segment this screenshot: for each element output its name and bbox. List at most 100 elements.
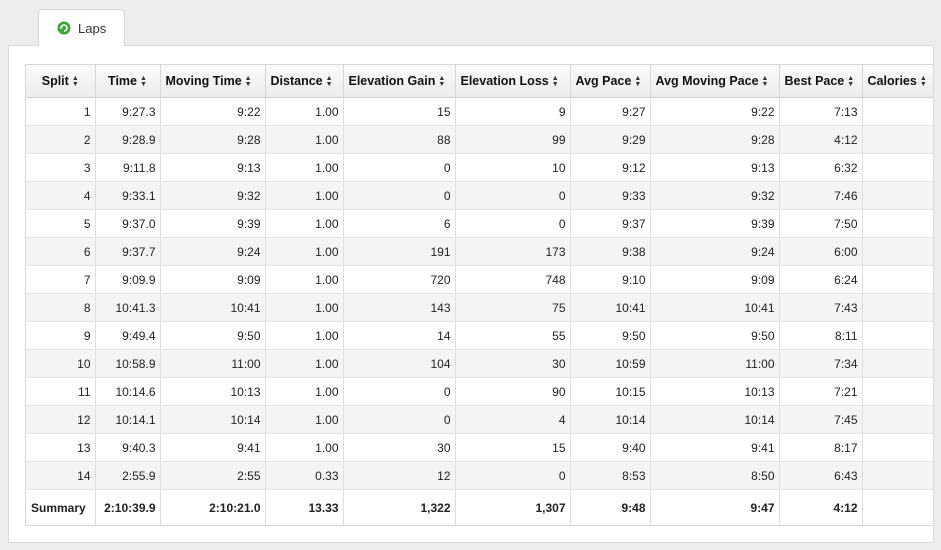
sort-icon[interactable]: ▲ ▼ (762, 75, 769, 88)
table-cell: 9:39 (160, 209, 266, 238)
table-cell: 7:13 (779, 97, 863, 126)
summary-cell: 4:12 (779, 489, 863, 525)
table-cell: 9:50 (570, 321, 651, 350)
table-cell: 2:55 (160, 461, 266, 490)
table-row: 69:37.79:241.001911739:389:246:008 (26, 237, 933, 266)
table-cell: 12 (26, 405, 96, 434)
column-header-best-pace[interactable]: Best Pace ▲ ▼ (779, 65, 863, 98)
table-cell: 9 (862, 125, 933, 154)
table-cell: 9:37.0 (95, 209, 161, 238)
sort-icon[interactable]: ▲ ▼ (72, 75, 79, 88)
table-cell: 2 (26, 125, 96, 154)
table-cell: 10:13 (650, 377, 780, 406)
table-cell: 8 (862, 321, 933, 350)
sort-icon[interactable]: ▲ ▼ (326, 75, 333, 88)
table-cell: 1 (26, 97, 96, 126)
table-cell: 10:14 (160, 405, 266, 434)
table-row: 79:09.99:091.007207489:109:096:249 (26, 265, 933, 294)
summary-cell: 9:47 (650, 489, 780, 525)
sort-icon[interactable]: ▲ ▼ (552, 75, 559, 88)
column-header-elevation-loss[interactable]: Elevation Loss ▲ ▼ (455, 65, 571, 98)
table-cell: 75 (455, 293, 571, 322)
table-cell: 10:59 (570, 349, 651, 378)
sort-icon[interactable]: ▲ ▼ (847, 75, 854, 88)
summary-label: Summary (26, 489, 96, 525)
summary-cell: 2:10:39.9 (95, 489, 161, 525)
table-cell: 9:41 (650, 433, 780, 462)
column-header-moving-time[interactable]: Moving Time ▲ ▼ (160, 65, 266, 98)
table-cell: 99 (455, 125, 571, 154)
sort-icon[interactable]: ▲ ▼ (438, 75, 445, 88)
table-cell: 1.00 (265, 237, 344, 266)
table-cell: 7:50 (779, 209, 863, 238)
table-cell: 9:38 (570, 237, 651, 266)
sort-icon[interactable]: ▲ ▼ (634, 75, 641, 88)
table-row: 810:41.310:411.001437510:4110:417:438 (26, 293, 933, 322)
table-cell: 14 (26, 461, 96, 490)
table-cell: 9 (455, 97, 571, 126)
column-header-avg-moving-pace[interactable]: Avg Moving Pace ▲ ▼ (650, 65, 780, 98)
summary-cell: 2:10:21.0 (160, 489, 266, 525)
column-header-label: Avg Moving Pace (655, 74, 759, 88)
summary-cell: 1,17 (862, 489, 933, 525)
table-cell: 10:14.6 (95, 377, 161, 406)
table-cell: 10:15 (570, 377, 651, 406)
table-cell: 9:50 (650, 321, 780, 350)
summary-cell: 9:48 (570, 489, 651, 525)
table-cell: 90 (455, 377, 571, 406)
table-cell: 11:00 (650, 349, 780, 378)
table-cell: 10:14 (650, 405, 780, 434)
table-cell: 0 (455, 181, 571, 210)
column-header-label: Calories (867, 74, 917, 88)
tab-laps[interactable]: Laps (38, 9, 125, 46)
column-header-calories[interactable]: Calories ▲ ▼ (862, 65, 933, 98)
table-cell: 6:24 (779, 265, 863, 294)
table-row: 1110:14.610:131.0009010:1510:137:218 (26, 377, 933, 406)
table-cell: 9:28 (160, 125, 266, 154)
table-cell: 748 (455, 265, 571, 294)
sort-icon[interactable]: ▲ ▼ (245, 75, 252, 88)
table-cell: 8:53 (570, 461, 651, 490)
table-cell: 1.00 (265, 265, 344, 294)
sort-icon[interactable]: ▲ ▼ (920, 75, 927, 88)
table-row: 99:49.49:501.0014559:509:508:118 (26, 321, 933, 350)
table-cell: 11 (26, 377, 96, 406)
column-header-distance[interactable]: Distance ▲ ▼ (265, 65, 344, 98)
table-cell: 1.00 (265, 125, 344, 154)
column-header-label: Avg Pace (575, 74, 632, 88)
column-header-split[interactable]: Split ▲ ▼ (26, 65, 96, 98)
table-cell: 9:22 (160, 97, 266, 126)
sort-icon[interactable]: ▲ ▼ (140, 75, 147, 88)
table-cell: 8 (862, 293, 933, 322)
table-cell: 4 (455, 405, 571, 434)
table-cell: 0 (343, 405, 456, 434)
column-header-label: Split (41, 74, 69, 88)
table-cell: 9:24 (650, 237, 780, 266)
table-cell: 7:21 (779, 377, 863, 406)
table-cell: 9:22 (650, 97, 780, 126)
table-cell: 8 (26, 293, 96, 322)
table-cell: 7:34 (779, 349, 863, 378)
table-cell: 9:11.8 (95, 153, 161, 182)
table-cell: 55 (455, 321, 571, 350)
table-cell: 9:10 (570, 265, 651, 294)
column-header-avg-pace[interactable]: Avg Pace ▲ ▼ (570, 65, 651, 98)
table-cell: 10:41.3 (95, 293, 161, 322)
column-header-label: Best Pace (784, 74, 845, 88)
table-cell: 8 (862, 97, 933, 126)
table-cell: 7:46 (779, 181, 863, 210)
summary-cell: 13.33 (265, 489, 344, 525)
table-cell: 0 (455, 209, 571, 238)
table-cell: 88 (343, 125, 456, 154)
column-header-elevation-gain[interactable]: Elevation Gain ▲ ▼ (343, 65, 456, 98)
table-cell: 9:49.4 (95, 321, 161, 350)
table-cell: 1.00 (265, 181, 344, 210)
column-header-label: Distance (270, 74, 323, 88)
laps-panel: Split ▲ ▼ Time ▲ ▼ Moving Time ▲ ▼ Distance ▲ ▼ Elev… (8, 45, 934, 543)
table-row: 59:37.09:391.00609:379:397:508 (26, 209, 933, 238)
column-header-time[interactable]: Time ▲ ▼ (95, 65, 161, 98)
table-cell: 1.00 (265, 377, 344, 406)
laps-table-container[interactable]: Split ▲ ▼ Time ▲ ▼ Moving Time ▲ ▼ Distance ▲ ▼ Elev… (25, 64, 933, 526)
tab-label: Laps (78, 20, 107, 36)
table-cell: 5 (26, 209, 96, 238)
